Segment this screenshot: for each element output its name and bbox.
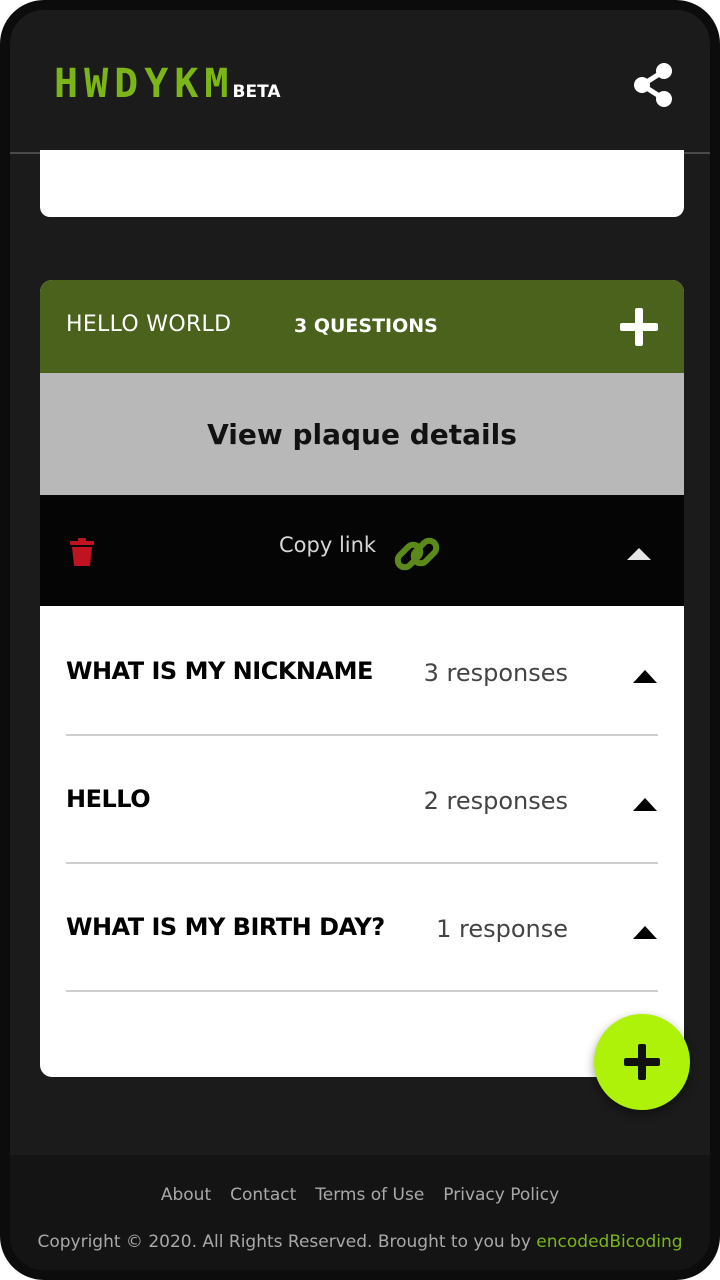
copyright-text: Copyright © 2020. All Rights Reserved. B… <box>10 1232 710 1252</box>
footer-link-contact[interactable]: Contact <box>230 1185 296 1205</box>
copy-link-label[interactable]: Copy link <box>279 533 376 557</box>
view-plaque-details-button[interactable]: View plaque details <box>40 373 684 495</box>
question-row[interactable]: WHAT IS MY BIRTH DAY? 1 response <box>66 862 658 992</box>
copyright-prefix: Copyright © 2020. All Rights Reserved. B… <box>37 1232 531 1252</box>
question-text: WHAT IS MY NICKNAME <box>66 657 373 685</box>
question-count: 3 QUESTIONS <box>294 315 438 337</box>
footer-link-about[interactable]: About <box>161 1185 211 1205</box>
app-logo[interactable]: HWDYKM BETA <box>54 64 281 104</box>
beta-badge: BETA <box>232 82 281 102</box>
caret-up-icon[interactable] <box>632 669 658 683</box>
response-count: 2 responses <box>423 787 568 815</box>
caret-up-icon[interactable] <box>632 925 658 939</box>
share-icon[interactable] <box>632 62 674 108</box>
question-row[interactable]: WHAT IS MY NICKNAME 3 responses <box>66 606 658 736</box>
link-icon[interactable] <box>394 531 440 577</box>
add-question-fab[interactable] <box>594 1014 690 1110</box>
footer-link-privacy[interactable]: Privacy Policy <box>443 1185 559 1205</box>
page-footer: About Contact Terms of Use Privacy Polic… <box>10 1155 710 1270</box>
plaque-action-bar: Copy link <box>40 495 684 606</box>
plaque-header: HELLO WORLD 3 QUESTIONS <box>40 280 684 373</box>
trash-icon[interactable] <box>70 538 94 566</box>
footer-nav: About Contact Terms of Use Privacy Polic… <box>10 1185 710 1205</box>
response-count: 1 response <box>436 915 568 943</box>
question-row[interactable]: HELLO 2 responses <box>66 734 658 864</box>
previous-plaque-card <box>40 150 684 217</box>
logo-text: HWDYKM <box>54 61 235 107</box>
brand-link[interactable]: encodedBicoding <box>536 1232 682 1252</box>
device-frame: HWDYKM BETA HELLO WORLD 3 QUESTIONS View… <box>0 0 720 1280</box>
plaque-title: HELLO WORLD <box>66 312 232 337</box>
app-header: HWDYKM BETA <box>10 10 710 154</box>
plus-icon[interactable] <box>620 308 658 346</box>
question-text: WHAT IS MY BIRTH DAY? <box>66 913 385 941</box>
response-count: 3 responses <box>423 659 568 687</box>
question-text: HELLO <box>66 785 151 813</box>
footer-link-terms[interactable]: Terms of Use <box>315 1185 424 1205</box>
plus-icon <box>624 1044 660 1080</box>
caret-up-icon[interactable] <box>632 797 658 811</box>
caret-up-icon[interactable] <box>624 545 654 561</box>
plaque-card: HELLO WORLD 3 QUESTIONS View plaque deta… <box>40 280 684 1077</box>
